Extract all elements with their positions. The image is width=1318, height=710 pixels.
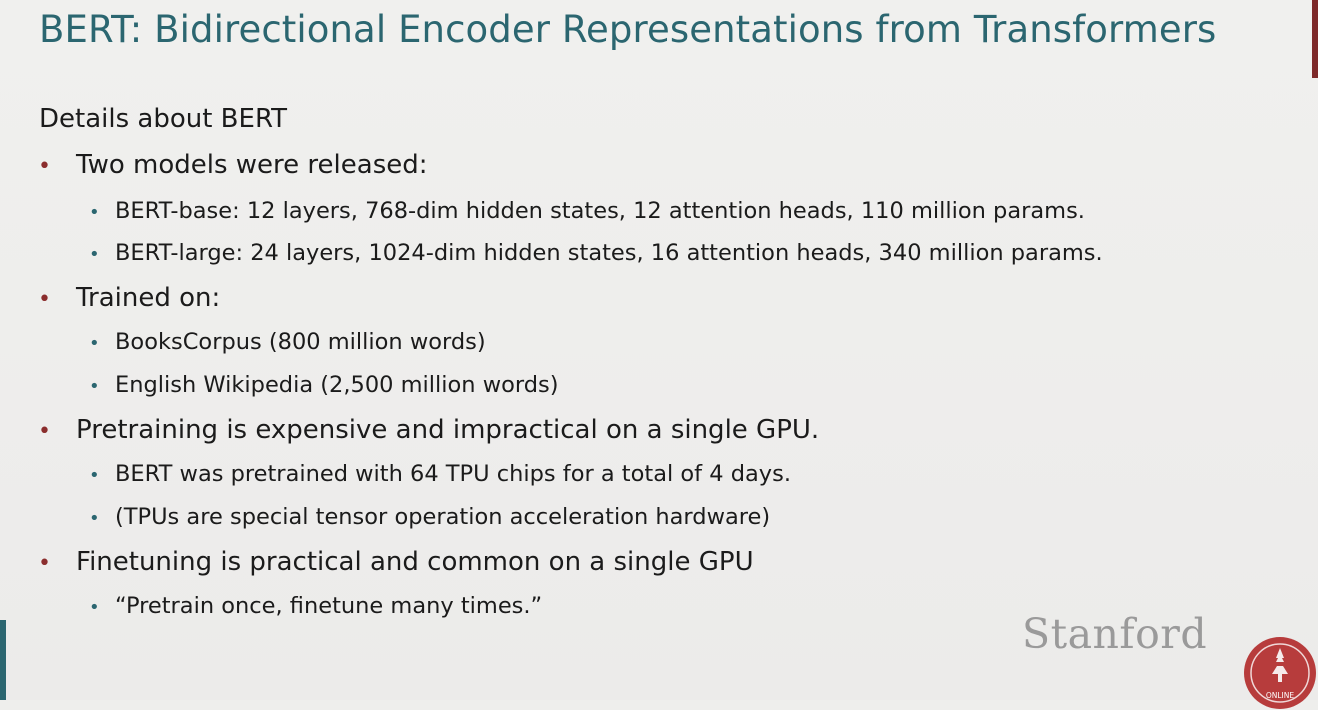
sub-bullet-2-2: • English Wikipedia (2,500 million words) xyxy=(89,372,559,398)
sub-bullet-dot-icon: • xyxy=(89,465,100,486)
sub-bullet-1-2-text: BERT-large: 24 layers, 1024-dim hidden s… xyxy=(115,240,1103,266)
left-accent-bar xyxy=(0,620,6,700)
seal-label: ONLINE xyxy=(1266,691,1295,700)
sub-bullet-1-2: • BERT-large: 24 layers, 1024-dim hidden … xyxy=(89,240,1103,266)
sub-bullet-1-1: • BERT-base: 12 layers, 768-dim hidden st… xyxy=(89,198,1085,224)
slide-title: BERT: Bidirectional Encoder Representati… xyxy=(39,8,1217,51)
sub-bullet-1-1-text: BERT-base: 12 layers, 768-dim hidden sta… xyxy=(115,198,1085,224)
bullet-3: • Pretraining is expensive and impractica… xyxy=(38,415,819,445)
bullet-3-text: Pretraining is expensive and impractical… xyxy=(76,415,820,445)
slide: BERT: Bidirectional Encoder Representati… xyxy=(0,0,1318,709)
stanford-seal-icon: ONLINE xyxy=(1244,637,1316,709)
sub-bullet-dot-icon: • xyxy=(89,244,100,265)
bullet-1: • Two models were released: xyxy=(38,150,428,180)
slide-intro: Details about BERT xyxy=(39,104,288,134)
bullet-4-text: Finetuning is practical and common on a … xyxy=(76,547,754,577)
sub-bullet-dot-icon: • xyxy=(89,202,100,223)
sub-bullet-2-2-text: English Wikipedia (2,500 million words) xyxy=(115,372,559,398)
sub-bullet-dot-icon: • xyxy=(89,376,100,397)
bullet-4: • Finetuning is practical and common on a… xyxy=(38,547,754,577)
sub-bullet-2-1-text: BooksCorpus (800 million words) xyxy=(115,329,486,355)
sub-bullet-3-1: • BERT was pretrained with 64 TPU chips f… xyxy=(89,461,791,487)
bullet-dot-icon: • xyxy=(38,551,51,576)
sub-bullet-3-2-text: (TPUs are special tensor operation accel… xyxy=(115,504,771,530)
sub-bullet-dot-icon: • xyxy=(89,333,100,354)
bullet-dot-icon: • xyxy=(38,419,51,444)
sub-bullet-4-1-text: “Pretrain once, finetune many times.” xyxy=(115,593,543,619)
sub-bullet-4-1: • “Pretrain once, finetune many times.” xyxy=(89,593,542,619)
bullet-dot-icon: • xyxy=(38,154,51,179)
sub-bullet-3-1-text: BERT was pretrained with 64 TPU chips fo… xyxy=(115,461,791,487)
sub-bullet-dot-icon: • xyxy=(89,508,100,529)
stanford-wordmark: Stanford xyxy=(1022,610,1208,658)
sub-bullet-2-1: • BooksCorpus (800 million words) xyxy=(89,329,486,355)
sub-bullet-3-2: • (TPUs are special tensor operation acce… xyxy=(89,504,770,530)
bullet-dot-icon: • xyxy=(38,287,51,312)
bullet-2: • Trained on: xyxy=(38,283,220,313)
right-accent-bar xyxy=(1312,0,1318,78)
sub-bullet-dot-icon: • xyxy=(89,597,100,618)
bullet-2-text: Trained on: xyxy=(76,283,221,313)
bullet-1-text: Two models were released: xyxy=(76,150,428,180)
